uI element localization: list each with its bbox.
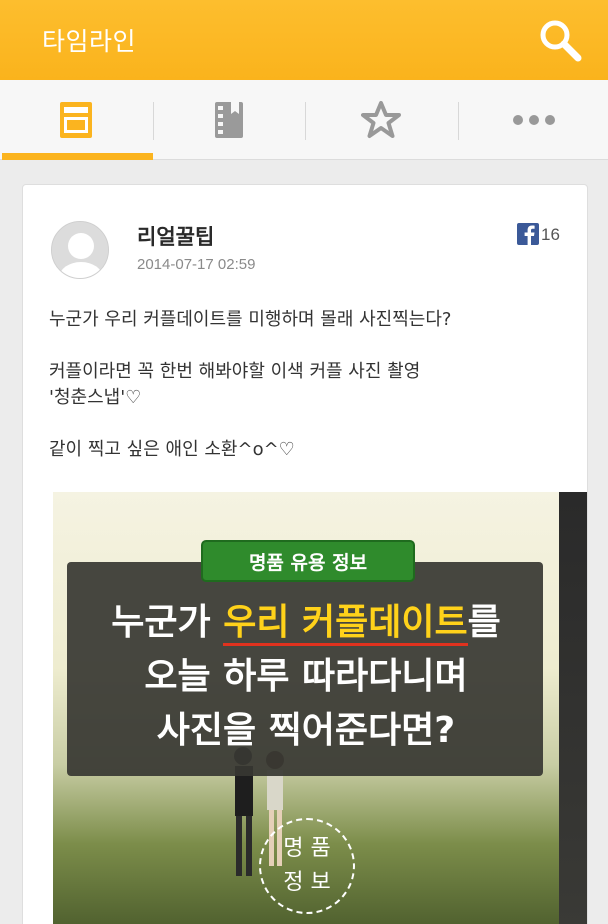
active-tab-indicator [2, 153, 153, 160]
image-tag-label: 명품 유용 정보 [201, 540, 415, 582]
facebook-count: 16 [541, 225, 560, 244]
app-bar: 타임라인 [0, 0, 608, 80]
search-button[interactable] [536, 16, 586, 64]
image-headline: 누군가 우리 커플데이트를 오늘 하루 따라다니며 사진을 찍어준다면? [53, 596, 559, 758]
post-paragraph: 누군가 우리 커플데이트를 미행하며 몰래 사진찍는다? [49, 309, 452, 330]
post-image[interactable]: 명품 유용 정보 누군가 우리 커플데이트를 오늘 하루 따라다니며 사진을 찍… [53, 492, 559, 924]
headline-text: 누군가 [111, 602, 224, 643]
avatar[interactable] [51, 221, 109, 279]
default-avatar-icon [52, 222, 108, 278]
more-dots-icon [513, 115, 555, 125]
author-name[interactable]: 리얼꿀팁 [137, 221, 214, 251]
facebook-share-button[interactable] [517, 223, 539, 245]
headline-line: 사진을 찍어준다면? [156, 710, 456, 751]
star-icon [361, 101, 401, 138]
post-body: 누군가 우리 커플데이트를 미행하며 몰래 사진찍는다? 커플이라면 꼭 한번 … [49, 307, 569, 489]
app-title: 타임라인 [42, 27, 137, 56]
post-date: 2014-07-17 02:59 [137, 256, 256, 273]
headline-highlight: 우리 커플데이트 [223, 602, 468, 646]
newsfeed-icon [60, 102, 92, 138]
search-icon [540, 20, 582, 62]
tab-timeline[interactable] [0, 80, 152, 160]
headline-text: 를 [467, 602, 501, 643]
post-paragraph: 커플이라면 꼭 한번 해봐야할 이색 커플 사진 촬영 '청춘스냅'♡ [49, 361, 421, 408]
tab-notebook[interactable] [153, 80, 305, 160]
notebook-icon [215, 102, 243, 138]
facebook-icon [524, 225, 535, 245]
post-paragraph: 같이 찍고 싶은 애인 소환^o^♡ [49, 439, 295, 460]
stamp-line: 명 품 [283, 836, 331, 861]
headline-line: 오늘 하루 따라다니며 [144, 656, 468, 697]
next-image-preview[interactable] [559, 492, 587, 924]
tab-bar [0, 80, 608, 160]
post-card[interactable]: 리얼꿀팁 2014-07-17 02:59 16 누군가 우리 커플데이트를 미… [22, 184, 588, 924]
tab-favorites[interactable] [305, 80, 457, 160]
brand-stamp: 명 품 정 보 [259, 818, 355, 914]
tab-more[interactable] [458, 80, 608, 160]
stamp-line: 정 보 [283, 870, 331, 895]
